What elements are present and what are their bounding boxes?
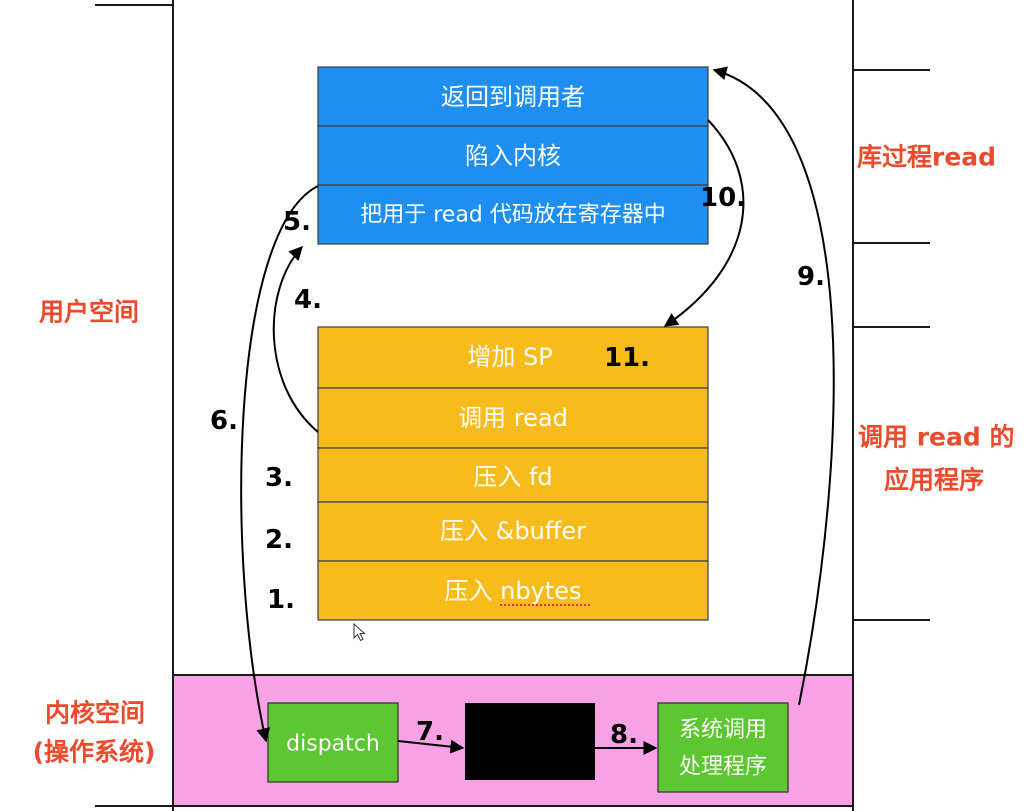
mouse-cursor-icon xyxy=(353,622,366,642)
library-procedure-label: 库过程read xyxy=(857,143,996,172)
step-number-11: 11. xyxy=(604,343,650,373)
step-number-9: 9. xyxy=(797,262,825,292)
application-label-line1: 调用 read 的 xyxy=(858,423,1014,452)
step-number-3: 3. xyxy=(265,463,293,493)
user-space-label: 用户空间 xyxy=(39,298,139,327)
app-row-push-fd-text: 压入 fd xyxy=(473,463,552,491)
library-row-register-text: 把用于 read 代码放在寄存器中 xyxy=(360,203,666,228)
step-number-2: 2. xyxy=(265,525,293,555)
step-number-6: 6. xyxy=(210,406,238,436)
app-row-push-nbytes-text: 压入 nbytes xyxy=(445,577,582,605)
black-box xyxy=(465,703,595,780)
step-number-7: 7. xyxy=(416,717,444,747)
arrow-step-4 xyxy=(272,245,319,433)
step-number-8: 8. xyxy=(610,720,638,750)
syscall-handler-text-line2: 处理程序 xyxy=(679,755,767,780)
app-row-push-buffer-text: 压入 &buffer xyxy=(440,517,586,545)
dispatch-box-text: dispatch xyxy=(286,732,380,757)
step-number-5: 5. xyxy=(283,207,311,237)
app-row-call-read-text: 调用 read xyxy=(458,404,568,432)
system-call-diagram: 用户空间 内核空间 (操作系统) 库过程read 调用 read 的 应用程序 … xyxy=(33,0,1014,811)
library-procedure-block: 返回到调用者 陷入内核 把用于 read 代码放在寄存器中 xyxy=(317,66,709,245)
step-number-10: 10. xyxy=(700,183,746,213)
library-row-return-text: 返回到调用者 xyxy=(441,83,585,111)
app-row-increment-sp-text: 增加 SP xyxy=(467,343,552,371)
application-label-line2: 应用程序 xyxy=(884,466,984,495)
kernel-boxes: dispatch 系统调用 处理程序 xyxy=(267,702,789,793)
library-row-trap-text: 陷入内核 xyxy=(465,142,561,170)
kernel-space-label: 内核空间 xyxy=(45,699,145,728)
step-number-4: 4. xyxy=(294,285,322,315)
syscall-handler-text-line1: 系统调用 xyxy=(679,718,767,743)
operating-system-label: (操作系统) xyxy=(33,738,156,767)
step-number-1: 1. xyxy=(267,585,295,615)
arrow-step-9 xyxy=(712,66,835,706)
